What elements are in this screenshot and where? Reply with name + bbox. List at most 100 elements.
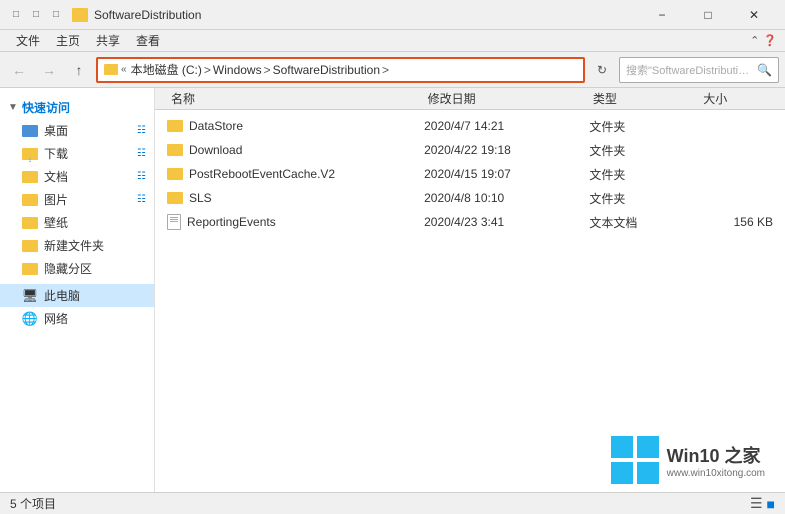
- file-date-4: 2020/4/23 3:41: [424, 215, 589, 229]
- col-header-name[interactable]: 名称: [167, 90, 424, 107]
- doc-icon-4: [167, 214, 181, 230]
- minimize-button[interactable]: −: [639, 0, 685, 30]
- watermark-url: www.win10xitong.com: [667, 468, 765, 479]
- address-sep-1: >: [204, 63, 211, 77]
- table-row[interactable]: DataStore 2020/4/7 14:21 文件夹: [155, 114, 785, 138]
- options-icon: ⌃: [750, 34, 759, 47]
- download-pin-icon: ☷: [137, 148, 146, 159]
- menu-file[interactable]: 文件: [8, 30, 48, 51]
- up-button[interactable]: ↑: [66, 57, 92, 83]
- watermark-title: Win10 之家: [667, 442, 765, 468]
- folder-icon-2: [167, 168, 183, 180]
- windows-logo-icon: [611, 436, 659, 484]
- sidebar-item-wallpaper-label: 壁纸: [44, 214, 68, 231]
- table-row[interactable]: PostRebootEventCache.V2 2020/4/15 19:07 …: [155, 162, 785, 186]
- view-grid-icon[interactable]: ■: [767, 496, 775, 512]
- menu-view[interactable]: 查看: [128, 30, 168, 51]
- refresh-button[interactable]: ↻: [589, 57, 615, 83]
- title-bar: □ □ □ SoftwareDistribution − □ ✕: [0, 0, 785, 30]
- file-type-2: 文件夹: [589, 166, 699, 183]
- file-name-4: ReportingEvents: [187, 215, 276, 229]
- file-type-4: 文本文档: [589, 214, 699, 231]
- address-part-2[interactable]: Windows: [213, 63, 262, 77]
- folder-icon-3: [167, 192, 183, 204]
- sidebar-item-docs[interactable]: 文档 ☷: [0, 165, 154, 188]
- file-type-0: 文件夹: [589, 118, 699, 135]
- title-bar-icons: □ □ □: [8, 7, 64, 23]
- nav-bar: ← → ↑ « 本地磁盘 (C:) > Windows > SoftwareDi…: [0, 52, 785, 88]
- sidebar-item-hidden-partition[interactable]: 隐藏分区: [0, 257, 154, 280]
- pictures-icon: [22, 192, 38, 208]
- docs-pin-icon: ☷: [137, 171, 146, 182]
- help-icon[interactable]: ❓: [763, 34, 777, 47]
- table-row[interactable]: ReportingEvents 2020/4/23 3:41 文本文档 156 …: [155, 210, 785, 234]
- sidebar-item-desktop-label: 桌面: [44, 122, 68, 139]
- new-folder-icon: [22, 238, 38, 254]
- watermark-text-block: Win10 之家 www.win10xitong.com: [667, 442, 765, 479]
- sidebar-item-new-folder[interactable]: 新建文件夹: [0, 234, 154, 257]
- address-sep-3: >: [382, 63, 389, 77]
- network-icon: 🌐: [22, 311, 38, 327]
- content-area: 名称 修改日期 类型 大小 DataStore 2020/4/7 14:21 文…: [155, 88, 785, 492]
- sidebar-item-pictures-label: 图片: [44, 191, 68, 208]
- table-row[interactable]: SLS 2020/4/8 10:10 文件夹: [155, 186, 785, 210]
- docs-icon: [22, 169, 38, 185]
- col-header-size[interactable]: 大小: [699, 90, 773, 107]
- maximize-button[interactable]: □: [685, 0, 731, 30]
- file-name-2: PostRebootEventCache.V2: [189, 167, 335, 181]
- desktop-pin-icon: ☷: [137, 125, 146, 136]
- search-icon[interactable]: 🔍: [757, 63, 772, 77]
- address-sep-2: >: [264, 63, 271, 77]
- file-size-4: 156 KB: [700, 215, 773, 229]
- sidebar-item-wallpaper[interactable]: 壁纸: [0, 211, 154, 234]
- sidebar-item-desktop[interactable]: 桌面 ☷: [0, 119, 154, 142]
- search-bar[interactable]: 搜索"SoftwareDistribution" 🔍: [619, 57, 779, 83]
- menu-bar: 文件 主页 共享 查看 ⌃ ❓: [0, 30, 785, 52]
- menu-share[interactable]: 共享: [88, 30, 128, 51]
- sidebar: ▼ 快速访问 桌面 ☷ ↓ 下载 ☷ 文档 ☷: [0, 88, 155, 492]
- file-name-3: SLS: [189, 191, 212, 205]
- pictures-pin-icon: ☷: [137, 194, 146, 205]
- table-row[interactable]: Download 2020/4/22 19:18 文件夹: [155, 138, 785, 162]
- sidebar-item-hidden-partition-label: 隐藏分区: [44, 260, 92, 277]
- folder-icon-1: [167, 144, 183, 156]
- quick-access-label: 快速访问: [22, 99, 70, 116]
- sidebar-item-pictures[interactable]: 图片 ☷: [0, 188, 154, 211]
- address-folder-icon: [104, 64, 118, 75]
- item-count: 5 个项目: [10, 495, 56, 512]
- folder-icon-0: [167, 120, 183, 132]
- forward-button[interactable]: →: [36, 57, 62, 83]
- file-name-1: Download: [189, 143, 242, 157]
- menu-home[interactable]: 主页: [48, 30, 88, 51]
- file-type-3: 文件夹: [589, 190, 699, 207]
- file-date-1: 2020/4/22 19:18: [424, 143, 589, 157]
- wallpaper-icon: [22, 215, 38, 231]
- address-part-1[interactable]: 本地磁盘 (C:): [131, 61, 202, 78]
- col-header-type[interactable]: 类型: [589, 90, 699, 107]
- col-header-date[interactable]: 修改日期: [424, 90, 589, 107]
- address-part-3[interactable]: SoftwareDistribution: [273, 63, 380, 77]
- this-pc-icon: 🖥: [22, 288, 38, 304]
- file-name-0: DataStore: [189, 119, 243, 133]
- back-button[interactable]: ←: [6, 57, 32, 83]
- sidebar-item-download[interactable]: ↓ 下载 ☷: [0, 142, 154, 165]
- file-date-3: 2020/4/8 10:10: [424, 191, 589, 205]
- view-list-icon[interactable]: ☰: [750, 495, 763, 512]
- address-chevron-start: «: [121, 64, 127, 75]
- sidebar-item-this-pc[interactable]: 🖥 此电脑: [0, 284, 154, 307]
- title-bar-icon-3: □: [48, 7, 64, 23]
- file-date-0: 2020/4/7 14:21: [424, 119, 589, 133]
- file-name-cell-0: DataStore: [167, 119, 424, 133]
- title-bar-folder-icon: [72, 8, 88, 22]
- quick-access-chevron: ▼: [8, 102, 18, 113]
- watermark: Win10 之家 www.win10xitong.com: [611, 436, 765, 484]
- status-bar: 5 个项目 ☰ ■: [0, 492, 785, 514]
- address-bar[interactable]: « 本地磁盘 (C:) > Windows > SoftwareDistribu…: [96, 57, 585, 83]
- title-bar-icon-1: □: [8, 7, 24, 23]
- sidebar-item-this-pc-label: 此电脑: [44, 287, 80, 304]
- sidebar-item-network-label: 网络: [44, 310, 68, 327]
- sidebar-item-network[interactable]: 🌐 网络: [0, 307, 154, 330]
- file-name-cell-2: PostRebootEventCache.V2: [167, 167, 424, 181]
- close-button[interactable]: ✕: [731, 0, 777, 30]
- quick-access-header[interactable]: ▼ 快速访问: [0, 96, 154, 119]
